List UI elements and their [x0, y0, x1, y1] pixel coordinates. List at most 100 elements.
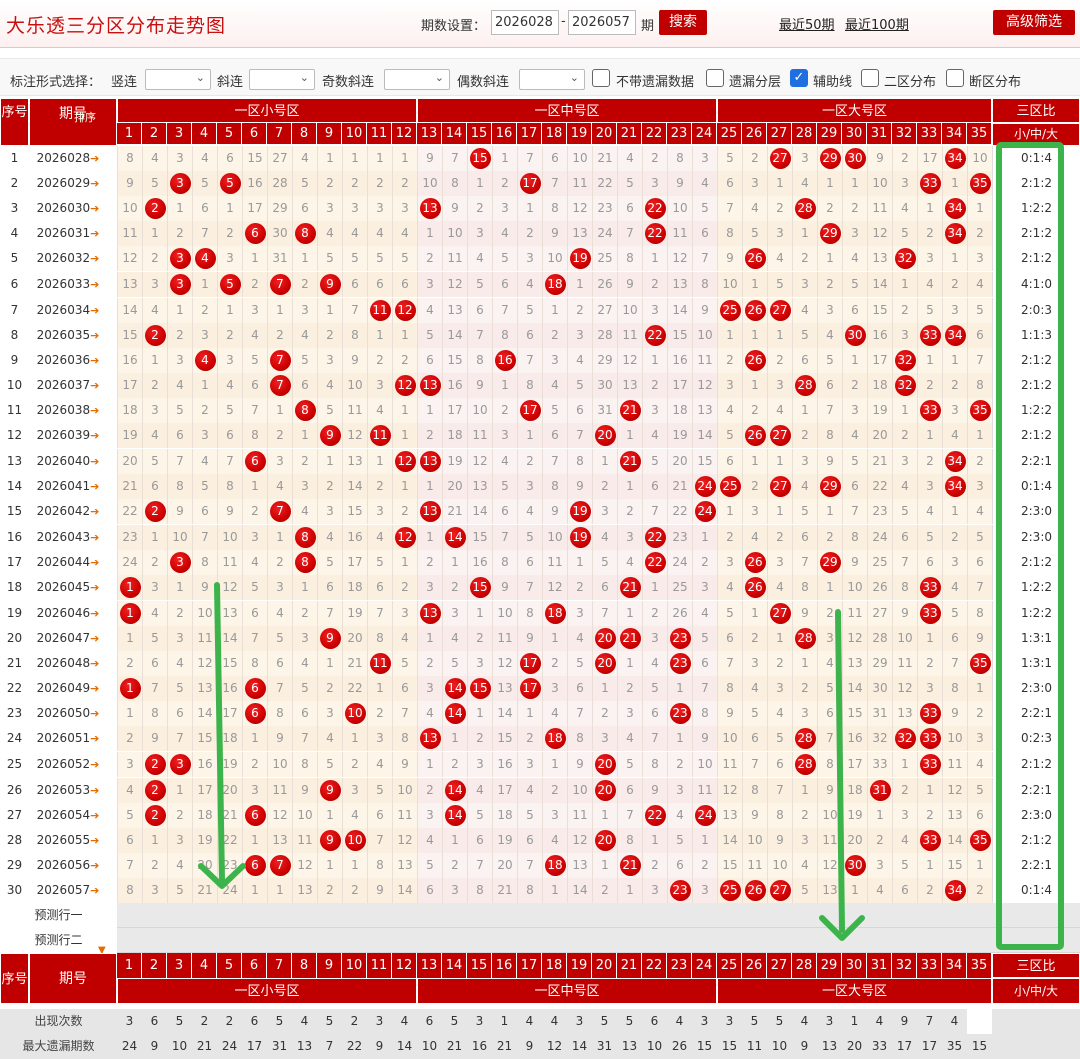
number-cell[interactable]: 5 [442, 651, 467, 676]
number-cell[interactable]: 2 [642, 146, 667, 171]
number-cell[interactable]: 6 [717, 449, 742, 475]
number-cell[interactable]: 11 [942, 752, 967, 778]
number-cell[interactable]: 15 [492, 726, 517, 752]
number-cell[interactable]: 33 [917, 701, 942, 727]
number-cell[interactable]: 15 [467, 574, 492, 600]
number-cell[interactable]: 19 [342, 600, 367, 626]
number-cell[interactable]: 10 [467, 398, 492, 423]
number-cell[interactable]: 3 [167, 625, 192, 651]
number-cell[interactable]: 3 [642, 398, 667, 423]
number-cell[interactable]: 3 [142, 574, 167, 600]
number-cell[interactable]: 7 [117, 852, 142, 878]
number-cell[interactable]: 25 [717, 877, 742, 903]
number-cell[interactable]: 1 [767, 171, 792, 197]
number-cell[interactable]: 24 [592, 221, 617, 247]
number-cell[interactable]: 5 [767, 726, 792, 752]
number-cell[interactable]: 5 [367, 549, 392, 575]
number-cell[interactable]: 2 [967, 701, 992, 727]
number-cell[interactable]: 5 [842, 449, 867, 475]
number-cell[interactable]: 7 [167, 449, 192, 475]
number-cell[interactable]: 1 [542, 297, 567, 323]
number-cell[interactable]: 17 [842, 752, 867, 778]
number-cell[interactable]: 7 [267, 852, 292, 878]
number-cell[interactable]: 23 [667, 877, 692, 903]
number-cell[interactable]: 7 [267, 372, 292, 398]
number-cell[interactable]: 32 [892, 246, 917, 272]
number-cell[interactable]: 17 [492, 777, 517, 803]
number-cell[interactable]: 2 [142, 549, 167, 575]
number-cell[interactable]: 2 [392, 574, 417, 600]
number-cell[interactable]: 1 [167, 297, 192, 323]
number-cell[interactable]: 5 [567, 651, 592, 676]
number-cell[interactable]: 1 [142, 524, 167, 550]
number-cell[interactable]: 2 [742, 398, 767, 423]
number-cell[interactable]: 29 [817, 221, 842, 247]
number-cell[interactable]: 8 [517, 600, 542, 626]
number-cell[interactable]: 11 [192, 625, 217, 651]
number-cell[interactable]: 6 [792, 347, 817, 373]
number-cell[interactable]: 14 [492, 701, 517, 727]
number-cell[interactable]: 3 [167, 827, 192, 853]
number-cell[interactable]: 6 [292, 196, 317, 222]
number-cell[interactable]: 4 [217, 372, 242, 398]
number-cell[interactable]: 26 [867, 574, 892, 600]
number-cell[interactable]: 6 [917, 549, 942, 575]
number-cell[interactable]: 1 [617, 877, 642, 903]
number-cell[interactable]: 1 [942, 246, 967, 272]
number-cell[interactable]: 2 [917, 372, 942, 398]
number-cell[interactable]: 4 [792, 171, 817, 197]
number-cell[interactable]: 10 [867, 171, 892, 197]
number-cell[interactable]: 4 [767, 246, 792, 272]
number-cell[interactable]: 9 [317, 423, 342, 449]
number-cell[interactable]: 5 [717, 423, 742, 449]
number-cell[interactable]: 5 [642, 449, 667, 475]
number-cell[interactable]: 1 [817, 246, 842, 272]
number-cell[interactable]: 2 [367, 474, 392, 500]
number-cell[interactable]: 2 [842, 372, 867, 398]
number-cell[interactable]: 8 [542, 196, 567, 222]
number-cell[interactable]: 11 [367, 423, 392, 449]
number-cell[interactable]: 3 [367, 499, 392, 525]
number-cell[interactable]: 6 [967, 802, 992, 828]
number-cell[interactable]: 1 [242, 877, 267, 903]
number-cell[interactable]: 12 [542, 574, 567, 600]
number-cell[interactable]: 7 [692, 676, 717, 702]
number-cell[interactable]: 2 [442, 574, 467, 600]
number-cell[interactable]: 7 [467, 852, 492, 878]
number-cell[interactable]: 4 [617, 549, 642, 575]
number-cell[interactable]: 19 [492, 827, 517, 853]
number-cell[interactable]: 4 [142, 297, 167, 323]
number-cell[interactable]: 1 [767, 322, 792, 348]
number-cell[interactable]: 1 [267, 398, 292, 423]
number-cell[interactable]: 23 [117, 524, 142, 550]
number-cell[interactable]: 5 [167, 877, 192, 903]
number-cell[interactable]: 13 [667, 271, 692, 297]
number-cell[interactable]: 9 [167, 499, 192, 525]
sort-button[interactable]: 排序 [74, 109, 96, 125]
number-cell[interactable]: 3 [817, 297, 842, 323]
number-cell[interactable]: 16 [842, 726, 867, 752]
number-cell[interactable]: 20 [117, 449, 142, 475]
number-cell[interactable]: 5 [817, 347, 842, 373]
number-cell[interactable]: 6 [367, 802, 392, 828]
number-cell[interactable]: 26 [742, 423, 767, 449]
number-cell[interactable]: 4 [692, 171, 717, 197]
number-cell[interactable]: 29 [592, 347, 617, 373]
number-cell[interactable]: 2 [517, 449, 542, 475]
number-cell[interactable]: 9 [317, 827, 342, 853]
number-cell[interactable]: 4 [892, 196, 917, 222]
number-cell[interactable]: 2 [817, 271, 842, 297]
number-cell[interactable]: 2 [942, 372, 967, 398]
number-cell[interactable]: 19 [192, 827, 217, 853]
number-cell[interactable]: 8 [517, 877, 542, 903]
number-cell[interactable]: 2 [167, 221, 192, 247]
number-cell[interactable]: 3 [892, 449, 917, 475]
number-cell[interactable]: 5 [142, 625, 167, 651]
number-cell[interactable]: 8 [817, 423, 842, 449]
number-cell[interactable]: 6 [317, 574, 342, 600]
number-cell[interactable]: 13 [817, 877, 842, 903]
number-cell[interactable]: 12 [667, 246, 692, 272]
number-cell[interactable]: 7 [267, 347, 292, 373]
number-cell[interactable]: 5 [742, 701, 767, 727]
number-cell[interactable]: 3 [117, 752, 142, 778]
